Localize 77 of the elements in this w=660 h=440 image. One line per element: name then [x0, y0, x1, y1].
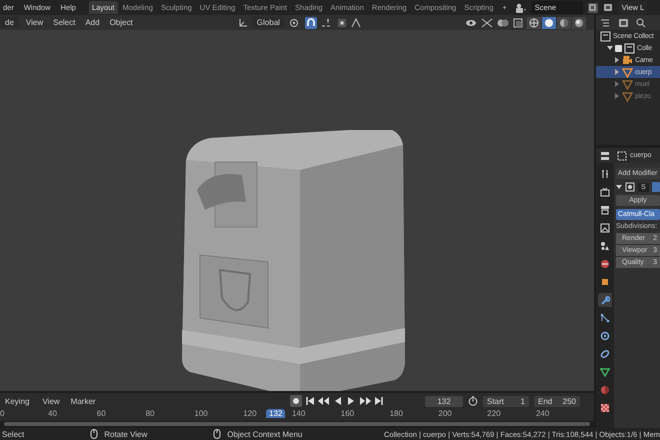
constraint-icon[interactable] — [600, 349, 610, 359]
frame-number: 140 — [292, 409, 306, 418]
triangle-icon — [622, 66, 633, 78]
jump-end-icon[interactable] — [374, 396, 384, 406]
checker-icon[interactable] — [600, 403, 610, 413]
picture-icon[interactable] — [600, 223, 610, 233]
visibility-icon[interactable] — [465, 18, 478, 28]
menu-item[interactable]: View — [22, 18, 46, 27]
wrench-icon[interactable] — [600, 295, 610, 305]
material-shading-icon[interactable] — [559, 18, 570, 28]
mouse-icon — [90, 429, 98, 439]
frame-number: 100 — [194, 409, 208, 418]
wireframe-shading-icon[interactable] — [529, 18, 540, 28]
next-keyframe-icon[interactable] — [358, 396, 371, 406]
copy-icon[interactable] — [586, 2, 599, 14]
status-hint: Select — [2, 430, 24, 438]
frame-number: 240 — [536, 409, 550, 418]
menu-item[interactable]: View — [39, 396, 63, 406]
xray-icon[interactable] — [513, 18, 524, 28]
scrollbar[interactable] — [4, 422, 590, 426]
camera-icon — [622, 54, 633, 66]
shapes-icon[interactable] — [600, 241, 610, 251]
checkbox[interactable] — [615, 44, 622, 52]
frame-number: 180 — [390, 409, 403, 418]
object-icon — [617, 150, 627, 160]
search-icon[interactable] — [636, 18, 646, 28]
collapse-arrow-icon[interactable] — [616, 184, 622, 190]
proportional-icon[interactable] — [336, 18, 347, 28]
frame-number: 40 — [48, 409, 57, 418]
printer-icon[interactable] — [600, 205, 610, 215]
orientation-dropdown[interactable]: Global — [252, 17, 285, 28]
status-hint: Object Context Menu — [227, 430, 302, 438]
menu-item[interactable]: Select — [50, 18, 78, 27]
triangle-mesh-icon[interactable] — [600, 367, 610, 377]
frame-number: 160 — [340, 409, 354, 418]
falloff-icon[interactable] — [350, 18, 363, 28]
frame-number: 80 — [146, 409, 154, 418]
collection-icon — [624, 42, 635, 54]
overlay-icon[interactable] — [497, 18, 510, 28]
view-layer-icon[interactable] — [602, 2, 615, 12]
tool-icon[interactable] — [600, 169, 610, 179]
playhead-frame[interactable]: 132 — [266, 409, 286, 418]
frame-number: 0 — [0, 409, 4, 418]
mouse-icon — [213, 429, 222, 439]
current-frame-field[interactable]: 132 — [425, 396, 463, 406]
modifier-icon — [625, 182, 635, 192]
solid-shading-icon[interactable] — [544, 18, 554, 28]
frame-number: 200 — [438, 409, 452, 418]
jump-start-icon[interactable] — [304, 396, 315, 406]
menu-item[interactable]: Add — [82, 18, 103, 27]
status-hint: Rotate View — [104, 430, 148, 438]
gizmo-icon[interactable] — [481, 18, 494, 28]
menu-item[interactable]: Marker — [68, 396, 99, 406]
frame-number: 120 — [243, 409, 257, 418]
frame-number: 220 — [487, 409, 501, 418]
play-icon[interactable] — [346, 396, 356, 406]
end-frame-field[interactable]: End 250 — [534, 396, 580, 406]
snap-icon[interactable] — [304, 16, 317, 28]
record-button-icon[interactable] — [290, 395, 302, 407]
snap-grid-icon[interactable] — [320, 18, 333, 28]
orbit-icon[interactable] — [600, 331, 610, 341]
previous-keyframe-icon[interactable] — [318, 396, 330, 406]
start-frame-field[interactable]: Start 1 — [483, 396, 529, 406]
collection-icon — [600, 30, 611, 42]
triangle-icon — [622, 90, 633, 102]
play-reverse-icon[interactable] — [332, 396, 343, 406]
frame-number: 60 — [96, 409, 106, 418]
menu-item[interactable]: Object — [106, 18, 136, 27]
stopwatch-icon[interactable] — [468, 396, 478, 406]
pivot-icon[interactable] — [288, 18, 301, 28]
rendered-shading-icon[interactable] — [574, 18, 584, 28]
triangle-icon — [622, 78, 633, 90]
mode-dropdown[interactable]: de — [0, 17, 19, 28]
square-icon[interactable] — [600, 277, 610, 287]
particles-icon[interactable] — [600, 313, 610, 323]
sphere-icon[interactable] — [600, 385, 610, 395]
axes-icon[interactable] — [238, 18, 248, 28]
